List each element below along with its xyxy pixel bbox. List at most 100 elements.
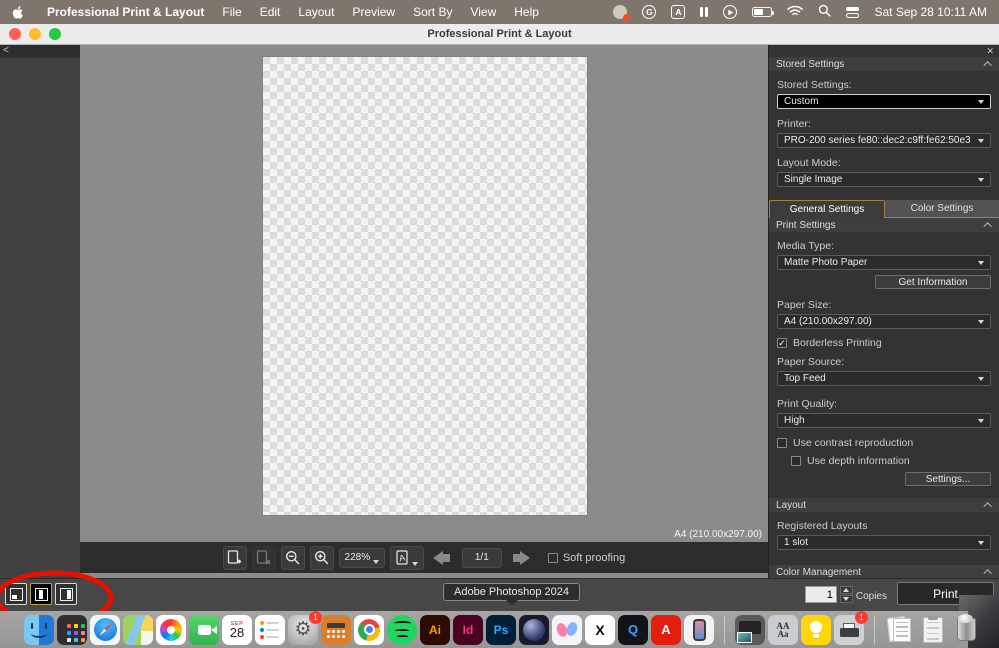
collapse-thumbnails-button[interactable]: < xyxy=(0,45,80,58)
clipboard-icon[interactable] xyxy=(918,615,948,645)
borderless-printing-checkbox[interactable]: ✓ xyxy=(777,338,787,348)
media-type-dropdown[interactable]: Matte Photo Paper xyxy=(777,255,991,270)
q-label: Q xyxy=(628,623,638,636)
use-contrast-reproduction-toggle[interactable]: Use contrast reproduction xyxy=(777,437,991,449)
next-page-button[interactable] xyxy=(509,547,535,569)
zoom-level-dropdown[interactable]: 228% xyxy=(339,548,385,568)
layout-section-header[interactable]: Layout xyxy=(769,498,999,512)
view-mode-split-button[interactable] xyxy=(55,583,77,605)
control-center-icon[interactable] xyxy=(846,7,859,18)
print-queue-icon[interactable]: 1 xyxy=(834,615,864,645)
iphone-mirroring-icon[interactable] xyxy=(684,615,714,645)
tab-general-settings[interactable]: General Settings xyxy=(769,200,885,218)
delete-page-button[interactable] xyxy=(252,546,276,570)
menu-file[interactable]: File xyxy=(222,5,241,19)
view-mode-thumbnails-button[interactable] xyxy=(5,583,27,605)
reminders-icon[interactable] xyxy=(255,615,285,645)
chevron-up-icon xyxy=(983,222,991,230)
wifi-icon[interactable] xyxy=(787,5,803,20)
now-playing-icon[interactable] xyxy=(723,5,737,19)
menu-edit[interactable]: Edit xyxy=(260,5,281,19)
cinema4d-icon[interactable] xyxy=(519,615,549,645)
paper-size-dropdown[interactable]: A4 (210.00x297.00) xyxy=(777,314,991,329)
q-browser-icon[interactable]: Q xyxy=(618,615,648,645)
close-panel-icon[interactable]: ✕ xyxy=(986,46,994,56)
preview-canvas: A4 (210.00x297.00) 228% A 1/1 Soft proof… xyxy=(80,45,768,578)
photos-icon[interactable] xyxy=(156,615,186,645)
stepper-up-icon[interactable] xyxy=(840,586,853,594)
acrobat-label: A xyxy=(661,623,670,636)
zoom-in-button[interactable] xyxy=(310,546,334,570)
paper-source-label: Paper Source: xyxy=(777,356,991,368)
facetime-icon[interactable] xyxy=(189,615,219,645)
stored-settings-section-header[interactable]: Stored Settings xyxy=(769,57,999,71)
indesign-icon[interactable]: Id xyxy=(453,615,483,645)
menu-sortby[interactable]: Sort By xyxy=(413,5,452,19)
spotify-icon[interactable] xyxy=(387,615,417,645)
battery-icon[interactable] xyxy=(752,7,772,17)
soft-proofing-toggle[interactable]: Soft proofing xyxy=(548,552,625,564)
menu-view[interactable]: View xyxy=(470,5,496,19)
stored-settings-dropdown[interactable]: Custom xyxy=(777,94,991,109)
menu-layout[interactable]: Layout xyxy=(298,5,334,19)
layout-mode-dropdown[interactable]: Single Image xyxy=(777,172,991,187)
calculator-icon[interactable] xyxy=(321,615,351,645)
copies-input[interactable] xyxy=(805,586,837,603)
printer-dropdown[interactable]: PRO-200 series fe80::dec2:c9ff:fe62:50e3 xyxy=(777,133,991,148)
input-source-icon[interactable]: A xyxy=(671,5,685,19)
maps-icon[interactable] xyxy=(123,615,153,645)
print-quality-dropdown[interactable]: High xyxy=(777,413,991,428)
previous-page-button[interactable] xyxy=(429,547,455,569)
system-settings-icon[interactable]: ⚙ 1 xyxy=(288,615,318,645)
status-app-badge-icon[interactable] xyxy=(613,5,627,19)
tab-color-settings[interactable]: Color Settings xyxy=(885,200,999,218)
spotlight-search-icon[interactable] xyxy=(818,4,831,20)
use-contrast-reproduction-label: Use contrast reproduction xyxy=(793,437,913,449)
paper-source-dropdown[interactable]: Top Feed xyxy=(777,371,991,386)
menu-bar: Professional Print & Layout File Edit La… xyxy=(0,0,999,24)
finder-icon[interactable] xyxy=(24,615,54,645)
add-page-button[interactable] xyxy=(223,546,247,570)
stepper-down-icon[interactable] xyxy=(840,595,853,603)
safari-icon[interactable] xyxy=(90,615,120,645)
apple-menu-icon[interactable] xyxy=(12,5,25,20)
grammarly-icon[interactable]: G xyxy=(642,5,656,19)
capcut-icon[interactable]: X xyxy=(585,615,615,645)
menubar-clock[interactable]: Sat Sep 28 10:11 AM xyxy=(874,5,987,19)
caret-down-icon xyxy=(978,419,984,423)
tips-icon[interactable] xyxy=(801,615,831,645)
use-contrast-reproduction-checkbox[interactable] xyxy=(777,438,787,448)
menu-help[interactable]: Help xyxy=(514,5,539,19)
use-depth-information-checkbox[interactable] xyxy=(791,456,801,466)
launchpad-icon[interactable] xyxy=(57,615,87,645)
calendar-icon[interactable]: SEP 28 xyxy=(222,615,252,645)
color-management-section-header[interactable]: Color Management xyxy=(769,565,999,579)
photoshop-icon[interactable]: Ps xyxy=(486,615,516,645)
get-information-button[interactable]: Get Information xyxy=(875,275,991,289)
airpods-icon[interactable] xyxy=(700,7,708,17)
documents-stack-icon[interactable] xyxy=(885,615,915,645)
print-layout-app-icon[interactable] xyxy=(735,615,765,645)
font-app-icon[interactable]: AA Aa xyxy=(768,615,798,645)
zoom-out-button[interactable] xyxy=(281,546,305,570)
soft-proofing-checkbox[interactable] xyxy=(548,553,558,563)
menu-preview[interactable]: Preview xyxy=(352,5,395,19)
trash-icon[interactable] xyxy=(951,615,981,645)
print-settings-section-header[interactable]: Print Settings xyxy=(769,218,999,232)
fit-view-dropdown[interactable]: A xyxy=(390,546,424,570)
view-mode-single-button[interactable] xyxy=(30,583,52,605)
use-depth-information-toggle[interactable]: Use depth information xyxy=(791,455,991,467)
empty-page-preview[interactable] xyxy=(263,57,587,515)
printer-value: PRO-200 series fe80::dec2:c9ff:fe62:50e3 xyxy=(784,135,978,146)
registered-layouts-dropdown[interactable]: 1 slot xyxy=(777,535,991,550)
meitu-icon[interactable] xyxy=(552,615,582,645)
settings-panel: ✕ Stored Settings Stored Settings: Custo… xyxy=(768,45,999,578)
acrobat-icon[interactable]: A xyxy=(651,615,681,645)
page-indicator: 1/1 xyxy=(462,548,502,568)
borderless-printing-toggle[interactable]: ✓ Borderless Printing xyxy=(777,337,991,349)
copies-stepper[interactable] xyxy=(840,586,853,603)
menubar-app-name[interactable]: Professional Print & Layout xyxy=(47,5,204,19)
settings-button[interactable]: Settings... xyxy=(905,472,991,486)
chrome-icon[interactable] xyxy=(354,615,384,645)
illustrator-icon[interactable]: Ai xyxy=(420,615,450,645)
